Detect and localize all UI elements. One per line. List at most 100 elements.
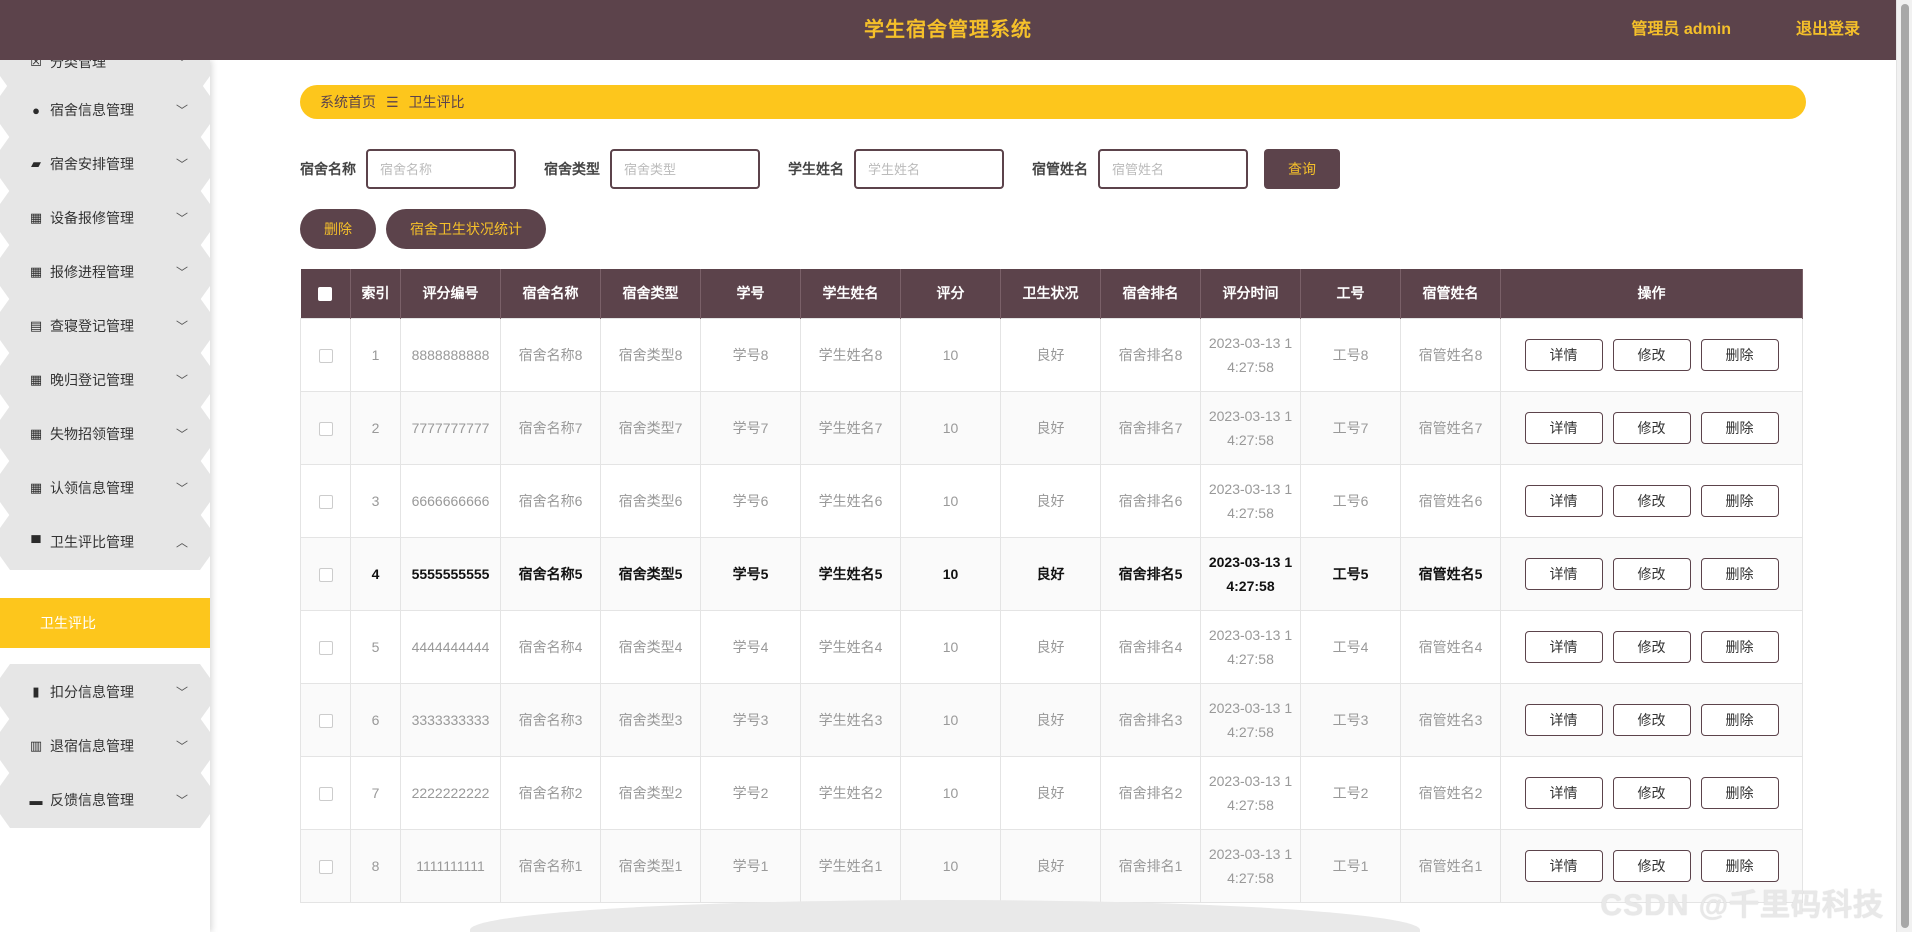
table-cell: 宿舍排名1 [1100, 828, 1201, 903]
sidebar-item-label: 宿舍安排管理 [50, 156, 134, 172]
edit-button[interactable]: 修改 [1612, 849, 1691, 882]
sidebar-item-3[interactable]: ▰ 宿舍安排管理 ﹀ [0, 136, 210, 192]
table-row[interactable]: 7 2222222222 宿舍名称2 宿舍类型2 学号2 学生姓名2 10 良好 宿舍排名2 20… [300, 755, 1803, 830]
delete-row-button[interactable]: 删除 [1700, 411, 1779, 444]
search-label-student-name: 学生姓名 [788, 161, 844, 177]
edit-button[interactable]: 修改 [1612, 338, 1691, 371]
logout-link[interactable]: 退出登录 [1796, 0, 1860, 60]
table-cell: 2222222222 [400, 755, 501, 830]
row-select-cell [300, 828, 351, 903]
manager-name-input[interactable] [1098, 149, 1248, 189]
sidebar-item-2[interactable]: ● 宿舍信息管理 ﹀ [0, 82, 210, 138]
table-row[interactable]: 3 6666666666 宿舍名称6 宿舍类型6 学号6 学生姓名6 10 良好 宿舍排名6 20… [300, 463, 1803, 538]
table-row[interactable]: 8 1111111111 宿舍名称1 宿舍类型1 学号1 学生姓名1 10 良好 宿舍排名1 20… [300, 828, 1803, 903]
edit-button[interactable]: 修改 [1612, 557, 1691, 590]
sidebar-subitem-hygiene[interactable]: 卫生评比 [0, 598, 210, 648]
table-cell: 宿管姓名3 [1400, 682, 1501, 757]
sidebar-item-13[interactable]: ▬ 反馈信息管理 ﹀ [0, 772, 210, 828]
table-cell: 6666666666 [400, 463, 501, 538]
scrollbar-thumb[interactable] [1901, 4, 1909, 928]
sidebar-item-10[interactable]: ▀ 卫生评比管理 ︿ [0, 514, 210, 570]
admin-user-label[interactable]: 管理员 admin [1631, 0, 1731, 60]
table-cell: 工号7 [1300, 390, 1401, 465]
briefcase-icon: ▰ [31, 156, 41, 171]
row-actions: 详情 修改 删除 [1500, 390, 1803, 465]
delete-row-button[interactable]: 删除 [1700, 849, 1779, 882]
page-scrollbar[interactable] [1896, 0, 1912, 932]
row-checkbox[interactable] [318, 786, 333, 801]
row-checkbox[interactable] [318, 640, 333, 655]
row-checkbox[interactable] [318, 859, 333, 874]
table-cell: 学号2 [700, 755, 801, 830]
delete-row-button[interactable]: 删除 [1700, 338, 1779, 371]
detail-button[interactable]: 详情 [1524, 630, 1603, 663]
close-box-icon: ☒ [30, 60, 42, 69]
sidebar-item-9[interactable]: ▦ 认领信息管理 ﹀ [0, 460, 210, 516]
sidebar-item-6[interactable]: ▤ 查寝登记管理 ﹀ [0, 298, 210, 354]
table-cell: 宿舍排名4 [1100, 609, 1201, 684]
column-header: 索引 [350, 269, 401, 318]
dorm-type-input[interactable] [610, 149, 760, 189]
table-cell: 6 [350, 682, 401, 757]
delete-row-button[interactable]: 删除 [1700, 557, 1779, 590]
table-cell: 5555555555 [400, 536, 501, 611]
table-cell: 宿舍排名7 [1100, 390, 1201, 465]
delete-row-button[interactable]: 删除 [1700, 630, 1779, 663]
detail-button[interactable]: 详情 [1524, 849, 1603, 882]
sidebar-item-8[interactable]: ▦ 失物招领管理 ﹀ [0, 406, 210, 462]
table-row[interactable]: 5 4444444444 宿舍名称4 宿舍类型4 学号4 学生姓名4 10 良好 宿舍排名4 20… [300, 609, 1803, 684]
table-cell: 良好 [1000, 755, 1101, 830]
sidebar-item-12[interactable]: ▥ 退宿信息管理 ﹀ [0, 718, 210, 774]
edit-button[interactable]: 修改 [1612, 703, 1691, 736]
table-cell: 学生姓名7 [800, 390, 901, 465]
table-cell: 宿舍排名2 [1100, 755, 1201, 830]
table-cell: 10 [900, 828, 1001, 903]
table-cell: 宿舍类型2 [600, 755, 701, 830]
table-row[interactable]: 6 3333333333 宿舍名称3 宿舍类型3 学号3 学生姓名3 10 良好 宿舍排名3 20… [300, 682, 1803, 757]
delete-row-button[interactable]: 删除 [1700, 776, 1779, 809]
sidebar-item-7[interactable]: ▦ 晚归登记管理 ﹀ [0, 352, 210, 408]
table-row[interactable]: 1 8888888888 宿舍名称8 宿舍类型8 学号8 学生姓名8 10 良好 宿舍排名8 20… [300, 317, 1803, 392]
delete-row-button[interactable]: 删除 [1700, 703, 1779, 736]
detail-button[interactable]: 详情 [1524, 484, 1603, 517]
table-row[interactable]: 4 5555555555 宿舍名称5 宿舍类型5 学号5 学生姓名5 10 良好 宿舍排名5 20… [300, 536, 1803, 611]
table-row[interactable]: 2 7777777777 宿舍名称7 宿舍类型7 学号7 学生姓名7 10 良好 宿舍排名7 20… [300, 390, 1803, 465]
row-checkbox[interactable] [318, 421, 333, 436]
table-cell: 学号5 [700, 536, 801, 611]
row-checkbox[interactable] [318, 567, 333, 582]
table-cell: 10 [900, 463, 1001, 538]
hygiene-stats-button[interactable]: 宿舍卫生状况统计 [386, 209, 546, 249]
bulk-delete-button[interactable]: 删除 [300, 209, 376, 249]
detail-button[interactable]: 详情 [1524, 776, 1603, 809]
row-select-cell [300, 463, 351, 538]
student-name-input[interactable] [854, 149, 1004, 189]
detail-button[interactable]: 详情 [1524, 338, 1603, 371]
row-checkbox[interactable] [318, 713, 333, 728]
clipboard-icon: ▤ [29, 318, 43, 333]
sidebar-item-label: 失物招领管理 [50, 426, 134, 442]
detail-button[interactable]: 详情 [1524, 411, 1603, 444]
edit-button[interactable]: 修改 [1612, 776, 1691, 809]
column-header: 宿舍类型 [600, 269, 701, 318]
sidebar-item-11[interactable]: ▮ 扣分信息管理 ﹀ [0, 664, 210, 720]
table-cell: 4444444444 [400, 609, 501, 684]
breadcrumb-home[interactable]: 系统首页 [320, 92, 376, 112]
edit-button[interactable]: 修改 [1612, 484, 1691, 517]
sidebar-item-5[interactable]: ▦ 报修进程管理 ﹀ [0, 244, 210, 300]
query-button[interactable]: 查询 [1264, 149, 1340, 189]
table-header-row: 索引 评分编号 宿舍名称 宿舍类型 学号 学生姓名 评分 卫生状况 宿舍排名 评分时间 工号 宿管姓名… [300, 269, 1803, 318]
detail-button[interactable]: 详情 [1524, 557, 1603, 590]
dorm-name-input[interactable] [366, 149, 516, 189]
table-cell: 宿舍类型4 [600, 609, 701, 684]
row-checkbox[interactable] [318, 348, 333, 363]
edit-button[interactable]: 修改 [1612, 411, 1691, 444]
table-cell: 5 [350, 609, 401, 684]
select-all-checkbox[interactable] [318, 287, 333, 302]
chevron-down-icon: ﹀ [175, 373, 188, 388]
sidebar-item-4[interactable]: ▦ 设备报修管理 ﹀ [0, 190, 210, 246]
edit-button[interactable]: 修改 [1612, 630, 1691, 663]
delete-row-button[interactable]: 删除 [1700, 484, 1779, 517]
row-checkbox[interactable] [318, 494, 333, 509]
detail-button[interactable]: 详情 [1524, 703, 1603, 736]
table-cell: 3333333333 [400, 682, 501, 757]
